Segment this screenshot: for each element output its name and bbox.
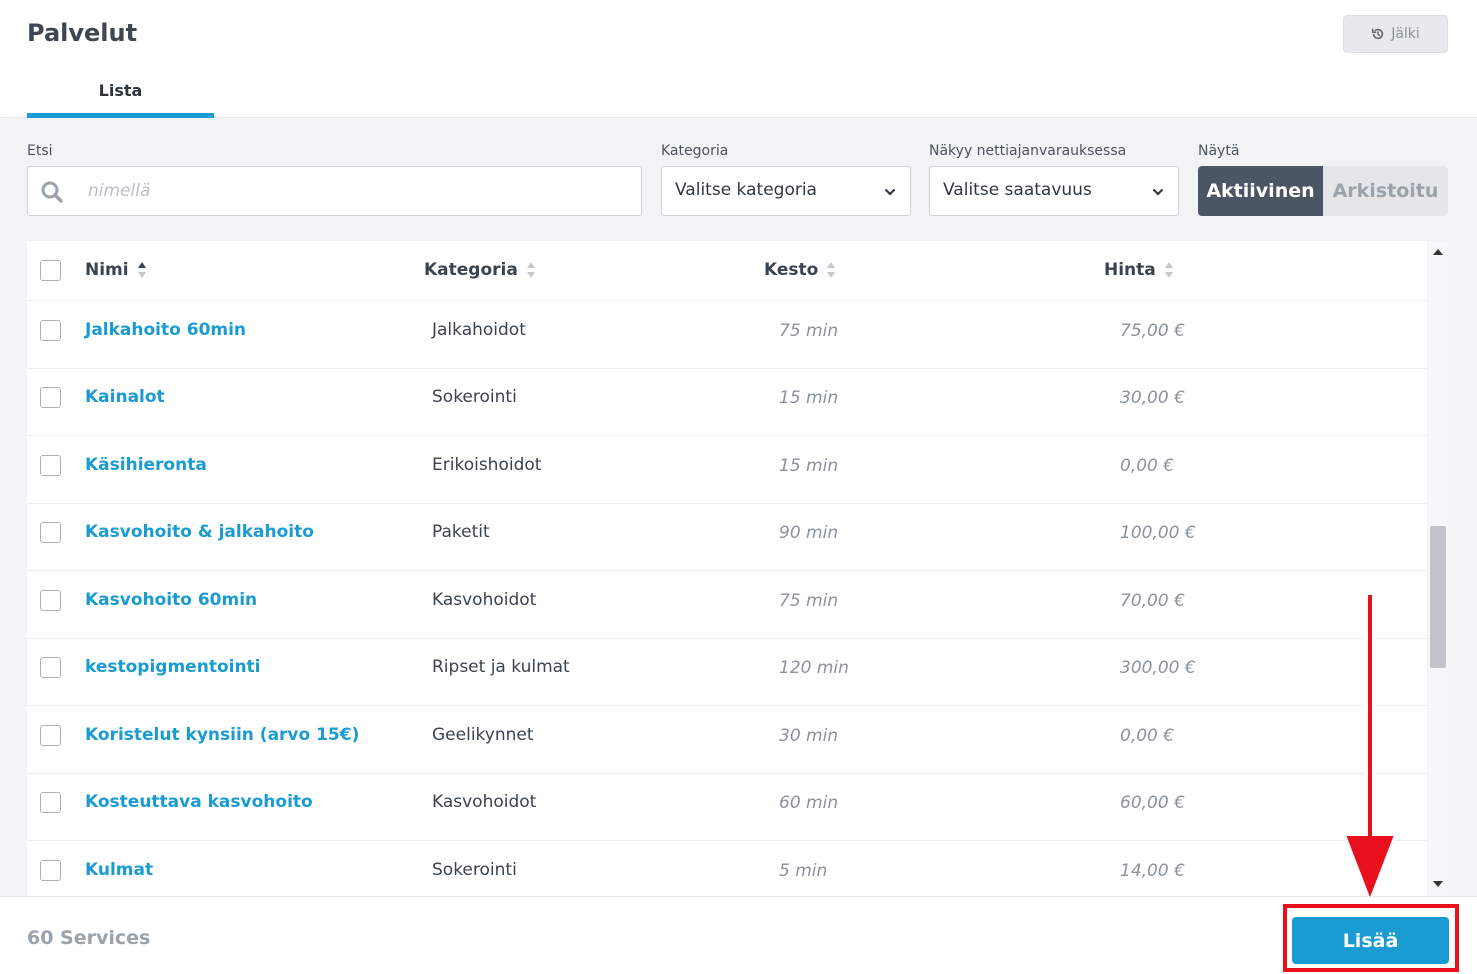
table-row: kestopigmentointi Ripset ja kulmat 120 m… — [27, 639, 1427, 706]
service-category: Ripset ja kulmat — [432, 657, 570, 677]
service-price: 75,00 € — [1120, 321, 1185, 341]
service-price: 100,00 € — [1120, 523, 1196, 543]
scrollbar-thumb[interactable] — [1430, 526, 1446, 668]
service-duration: 15 min — [779, 388, 839, 408]
service-price: 0,00 € — [1120, 456, 1175, 476]
row-checkbox[interactable] — [40, 320, 61, 341]
service-duration: 15 min — [779, 456, 839, 476]
row-checkbox[interactable] — [40, 657, 61, 678]
services-table: Nimi Kategoria Kesto Hinta Jalkahoito 60… — [27, 241, 1427, 896]
page-footer: 60 Services Lisää — [0, 896, 1477, 974]
annotation-arrow-icon — [1343, 593, 1397, 903]
service-duration: 30 min — [779, 726, 839, 746]
table-row: Kulmat Sokerointi 5 min 14,00 € — [27, 842, 1427, 896]
service-category: Kasvohoidot — [432, 792, 537, 812]
search-label: Etsi — [27, 143, 53, 159]
sort-asc-icon — [137, 262, 146, 278]
toggle-archived[interactable]: Arkistoitu — [1323, 166, 1448, 216]
search-icon — [41, 181, 63, 203]
service-duration: 120 min — [779, 658, 849, 678]
table-row: Kasvohoito & jalkahoito Paketit 90 min 1… — [27, 504, 1427, 571]
sort-icon — [1164, 262, 1173, 278]
row-checkbox[interactable] — [40, 860, 61, 881]
service-name-link[interactable]: kestopigmentointi — [85, 657, 261, 677]
service-category: Sokerointi — [432, 860, 517, 880]
category-select-value: Valitse kategoria — [675, 180, 817, 200]
service-name-link[interactable]: Kasvohoito & jalkahoito — [85, 522, 314, 542]
table-header: Nimi Kategoria Kesto Hinta — [27, 241, 1427, 301]
table-row: Kasvohoito 60min Kasvohoidot 75 min 70,0… — [27, 572, 1427, 639]
service-category: Erikoishoidot — [432, 455, 542, 475]
scroll-up-arrow-icon[interactable] — [1433, 249, 1443, 255]
table-row: Koristelut kynsiin (arvo 15€) Geelikynne… — [27, 707, 1427, 774]
service-duration: 75 min — [779, 321, 839, 341]
column-header-name[interactable]: Nimi — [85, 260, 147, 280]
row-checkbox[interactable] — [40, 590, 61, 611]
services-count: 60 Services — [27, 927, 151, 949]
column-header-duration[interactable]: Kesto — [764, 260, 836, 280]
column-header-label: Kesto — [764, 260, 819, 280]
annotation-highlight-box — [1283, 904, 1459, 972]
search-field[interactable] — [27, 166, 642, 216]
service-category: Paketit — [432, 522, 490, 542]
sort-icon — [827, 262, 836, 278]
table-row: Jalkahoito 60min Jalkahoidot 75 min 75,0… — [27, 302, 1427, 369]
service-name-link[interactable]: Kasvohoito 60min — [85, 590, 257, 610]
row-checkbox[interactable] — [40, 792, 61, 813]
chevron-down-icon — [1152, 188, 1164, 196]
column-header-price[interactable]: Hinta — [1104, 260, 1174, 280]
service-price: 60,00 € — [1120, 793, 1185, 813]
service-price: 0,00 € — [1120, 726, 1175, 746]
service-price: 30,00 € — [1120, 388, 1185, 408]
column-header-label: Kategoria — [424, 260, 518, 280]
service-price: 70,00 € — [1120, 591, 1185, 611]
status-toggle: Aktiivinen Arkistoitu — [1198, 166, 1448, 216]
tab-lista[interactable]: Lista — [27, 70, 214, 118]
toggle-active[interactable]: Aktiivinen — [1198, 166, 1323, 216]
row-checkbox[interactable] — [40, 725, 61, 746]
page-title: Palvelut — [27, 19, 138, 47]
row-checkbox[interactable] — [40, 455, 61, 476]
service-name-link[interactable]: Kulmat — [85, 860, 153, 880]
history-button[interactable]: Jälki — [1343, 15, 1448, 53]
service-duration: 75 min — [779, 591, 839, 611]
column-header-label: Hinta — [1104, 260, 1156, 280]
chevron-down-icon — [884, 188, 896, 196]
search-input[interactable] — [88, 167, 628, 215]
availability-select-value: Valitse saatavuus — [943, 180, 1092, 200]
table-row: Kosteuttava kasvohoito Kasvohoidot 60 mi… — [27, 774, 1427, 841]
page-header: Palvelut Jälki Lista — [0, 0, 1477, 118]
service-price: 300,00 € — [1120, 658, 1196, 678]
row-checkbox[interactable] — [40, 387, 61, 408]
history-label: Jälki — [1391, 26, 1420, 42]
availability-label: Näkyy nettiajanvarauksessa — [929, 143, 1127, 159]
service-duration: 90 min — [779, 523, 839, 543]
service-category: Geelikynnet — [432, 725, 534, 745]
sort-icon — [526, 262, 535, 278]
row-checkbox[interactable] — [40, 522, 61, 543]
service-name-link[interactable]: Kainalot — [85, 387, 165, 407]
table-row: Käsihieronta Erikoishoidot 15 min 0,00 € — [27, 437, 1427, 504]
availability-select[interactable]: Valitse saatavuus — [929, 166, 1179, 216]
scroll-down-arrow-icon[interactable] — [1433, 881, 1443, 887]
service-price: 14,00 € — [1120, 861, 1185, 881]
column-header-category[interactable]: Kategoria — [424, 260, 536, 280]
table-row: Kainalot Sokerointi 15 min 30,00 € — [27, 369, 1427, 436]
show-label: Näytä — [1198, 143, 1240, 159]
category-label: Kategoria — [661, 143, 729, 159]
service-name-link[interactable]: Käsihieronta — [85, 455, 207, 475]
service-duration: 5 min — [779, 861, 828, 881]
service-category: Kasvohoidot — [432, 590, 537, 610]
service-name-link[interactable]: Koristelut kynsiin (arvo 15€) — [85, 725, 359, 745]
service-category: Jalkahoidot — [432, 320, 526, 340]
category-select[interactable]: Valitse kategoria — [661, 166, 911, 216]
service-name-link[interactable]: Kosteuttava kasvohoito — [85, 792, 313, 812]
column-header-label: Nimi — [85, 260, 129, 280]
service-name-link[interactable]: Jalkahoito 60min — [85, 320, 246, 340]
select-all-checkbox[interactable] — [40, 260, 61, 281]
service-duration: 60 min — [779, 793, 839, 813]
history-icon — [1372, 28, 1384, 40]
service-category: Sokerointi — [432, 387, 517, 407]
